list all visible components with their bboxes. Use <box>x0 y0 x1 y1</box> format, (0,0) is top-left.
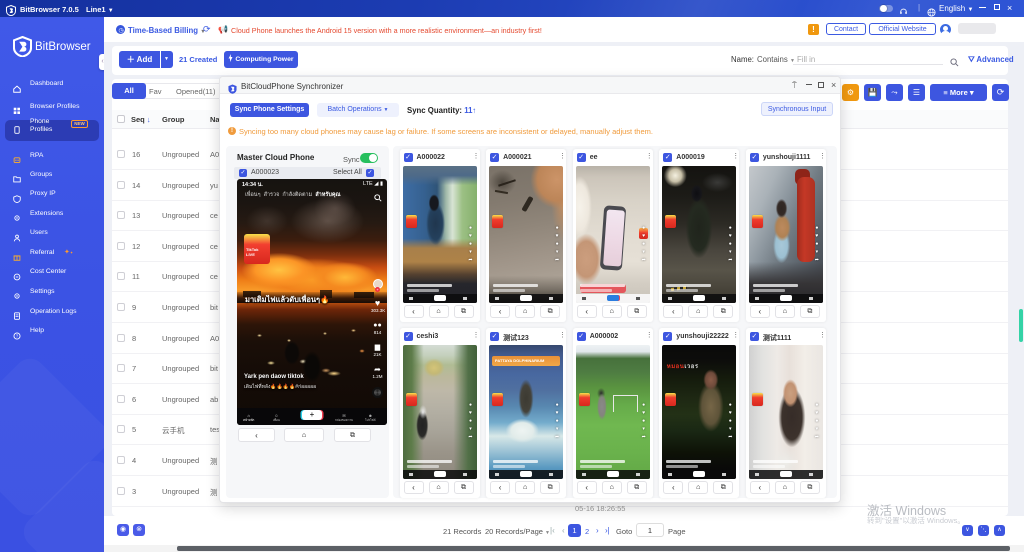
svg-text:?: ? <box>16 333 19 338</box>
